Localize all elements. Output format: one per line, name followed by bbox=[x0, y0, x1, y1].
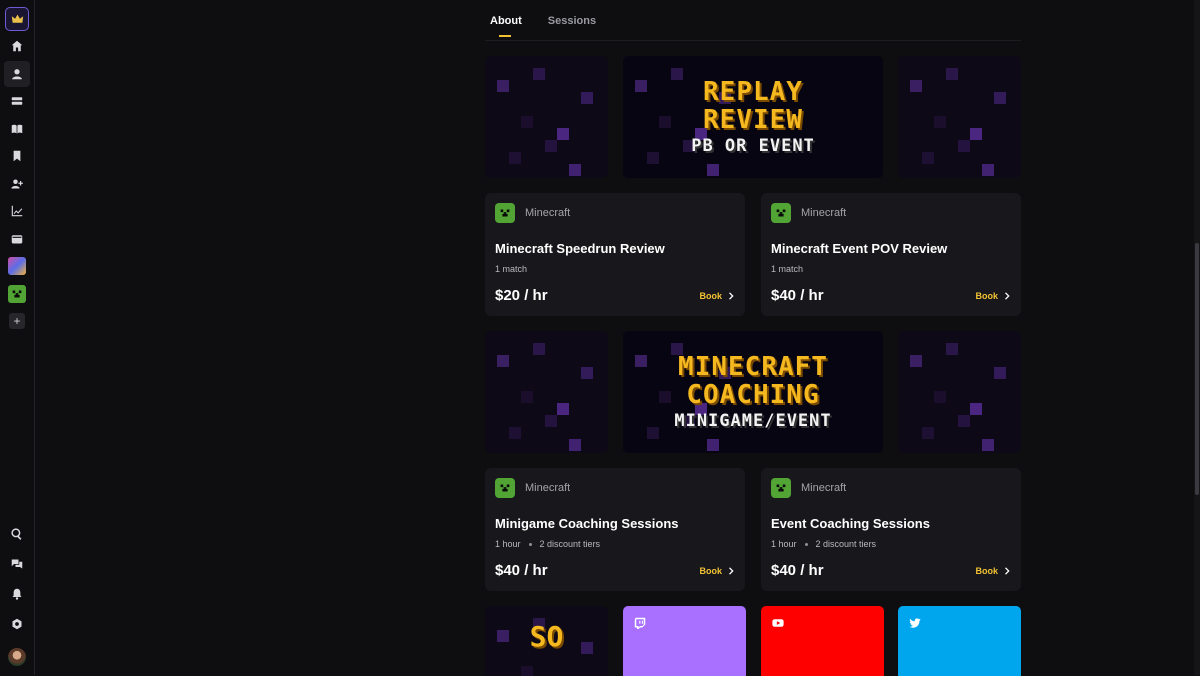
separator-dot bbox=[528, 542, 532, 546]
session-meta: 1 match bbox=[771, 264, 803, 274]
chevron-right-icon bbox=[1005, 292, 1010, 300]
minecraft-icon bbox=[771, 478, 791, 498]
wallet-icon[interactable] bbox=[4, 226, 30, 252]
chevron-right-icon bbox=[729, 292, 734, 300]
separator-dot bbox=[804, 542, 808, 546]
divider bbox=[485, 40, 1021, 41]
sessions-icon[interactable] bbox=[4, 88, 30, 114]
session-title: Minecraft Speedrun Review bbox=[495, 241, 665, 256]
thumbnail-minecraft-coaching[interactable]: MINECRAFT COACHING MINIGAME/EVENT bbox=[623, 331, 883, 453]
thumbnail-title-line: SO bbox=[529, 620, 564, 653]
book-label: Book bbox=[975, 566, 999, 576]
tab-sessions[interactable]: Sessions bbox=[548, 15, 596, 27]
chevron-right-icon bbox=[1005, 567, 1010, 575]
thumbnail-partial[interactable]: SO bbox=[485, 606, 608, 676]
discount-tiers: 2 discount tiers bbox=[539, 539, 601, 549]
session-meta: 1 hour 2 discount tiers bbox=[771, 539, 876, 549]
game-art-icon[interactable] bbox=[8, 257, 26, 275]
session-meta: 1 hour 2 discount tiers bbox=[495, 539, 600, 549]
game-name: Minecraft bbox=[801, 482, 847, 494]
game-name: Minecraft bbox=[525, 207, 571, 219]
profile-tabs: About Sessions bbox=[490, 15, 596, 27]
session-title: Event Coaching Sessions bbox=[771, 516, 930, 531]
thumbnail-side bbox=[898, 331, 1021, 453]
thumbnail-title-line: REVIEW bbox=[703, 105, 803, 135]
bookmark-icon[interactable] bbox=[4, 143, 30, 169]
active-tab-indicator bbox=[499, 35, 511, 37]
book-button[interactable]: Book bbox=[976, 566, 1012, 576]
book-button[interactable]: Book bbox=[700, 566, 736, 576]
minecraft-icon bbox=[495, 203, 515, 223]
session-length: 1 hour bbox=[495, 539, 521, 549]
avatar[interactable] bbox=[8, 648, 26, 666]
book-label: Book bbox=[699, 566, 723, 576]
chevron-right-icon bbox=[729, 567, 734, 575]
twitch-link[interactable] bbox=[623, 606, 746, 676]
scrollbar[interactable] bbox=[1194, 0, 1200, 675]
thumbnail-side bbox=[485, 331, 608, 453]
scroll-thumb[interactable] bbox=[1195, 243, 1199, 495]
search-icon[interactable] bbox=[4, 521, 30, 547]
session-meta: 1 match bbox=[495, 264, 527, 274]
crown-logo-icon[interactable] bbox=[5, 7, 29, 31]
session-length: 1 hour bbox=[771, 539, 797, 549]
book-button[interactable]: Book bbox=[976, 291, 1012, 301]
thumbnail-replay-review[interactable]: REPLAY REVIEW PB OR EVENT bbox=[623, 56, 883, 178]
thumbnail-title-line: REPLAY bbox=[703, 77, 803, 107]
home-icon[interactable] bbox=[4, 33, 30, 59]
minecraft-icon[interactable] bbox=[8, 285, 26, 303]
game-name: Minecraft bbox=[525, 482, 571, 494]
session-title: Minecraft Event POV Review bbox=[771, 241, 948, 256]
session-price: $40 / hr bbox=[771, 562, 824, 579]
session-card[interactable]: Minecraft Event Coaching Sessions 1 hour… bbox=[761, 468, 1021, 591]
thumbnail-side bbox=[485, 56, 608, 178]
thumbnail-title-line: MINECRAFT bbox=[678, 352, 828, 382]
stats-icon[interactable] bbox=[4, 198, 30, 224]
thumbnail-side bbox=[898, 56, 1021, 178]
book-label: Book bbox=[975, 291, 999, 301]
add-friend-icon[interactable] bbox=[4, 171, 30, 197]
minecraft-icon bbox=[771, 203, 791, 223]
discount-tiers: 2 discount tiers bbox=[815, 539, 877, 549]
book-button[interactable]: Book bbox=[700, 291, 736, 301]
session-price: $40 / hr bbox=[495, 562, 548, 579]
settings-icon[interactable] bbox=[4, 611, 30, 637]
game-name: Minecraft bbox=[801, 207, 847, 219]
session-card[interactable]: Minecraft Minigame Coaching Sessions 1 h… bbox=[485, 468, 745, 591]
twitter-icon bbox=[909, 618, 921, 628]
youtube-link[interactable] bbox=[761, 606, 884, 676]
session-length: 1 match bbox=[495, 264, 528, 274]
book-label: Book bbox=[699, 291, 723, 301]
session-length: 1 match bbox=[771, 264, 804, 274]
thumbnail-subtitle: MINIGAME/EVENT bbox=[674, 411, 832, 431]
twitter-link[interactable] bbox=[898, 606, 1021, 676]
youtube-icon bbox=[772, 619, 784, 627]
session-price: $20 / hr bbox=[495, 287, 548, 304]
book-icon[interactable] bbox=[4, 116, 30, 142]
profile-icon[interactable] bbox=[4, 61, 30, 87]
bell-icon[interactable] bbox=[4, 581, 30, 607]
left-sidebar: + bbox=[0, 0, 35, 675]
tab-about[interactable]: About bbox=[490, 15, 522, 27]
session-card[interactable]: Minecraft Minecraft Event POV Review 1 m… bbox=[761, 193, 1021, 316]
twitch-icon bbox=[634, 617, 646, 629]
session-card[interactable]: Minecraft Minecraft Speedrun Review 1 ma… bbox=[485, 193, 745, 316]
minecraft-icon bbox=[495, 478, 515, 498]
session-price: $40 / hr bbox=[771, 287, 824, 304]
session-title: Minigame Coaching Sessions bbox=[495, 516, 679, 531]
thumbnail-subtitle: PB OR EVENT bbox=[691, 136, 815, 156]
thumbnail-title-line: COACHING bbox=[686, 380, 820, 410]
plus-icon[interactable]: + bbox=[9, 313, 25, 329]
chat-icon[interactable] bbox=[4, 551, 30, 577]
